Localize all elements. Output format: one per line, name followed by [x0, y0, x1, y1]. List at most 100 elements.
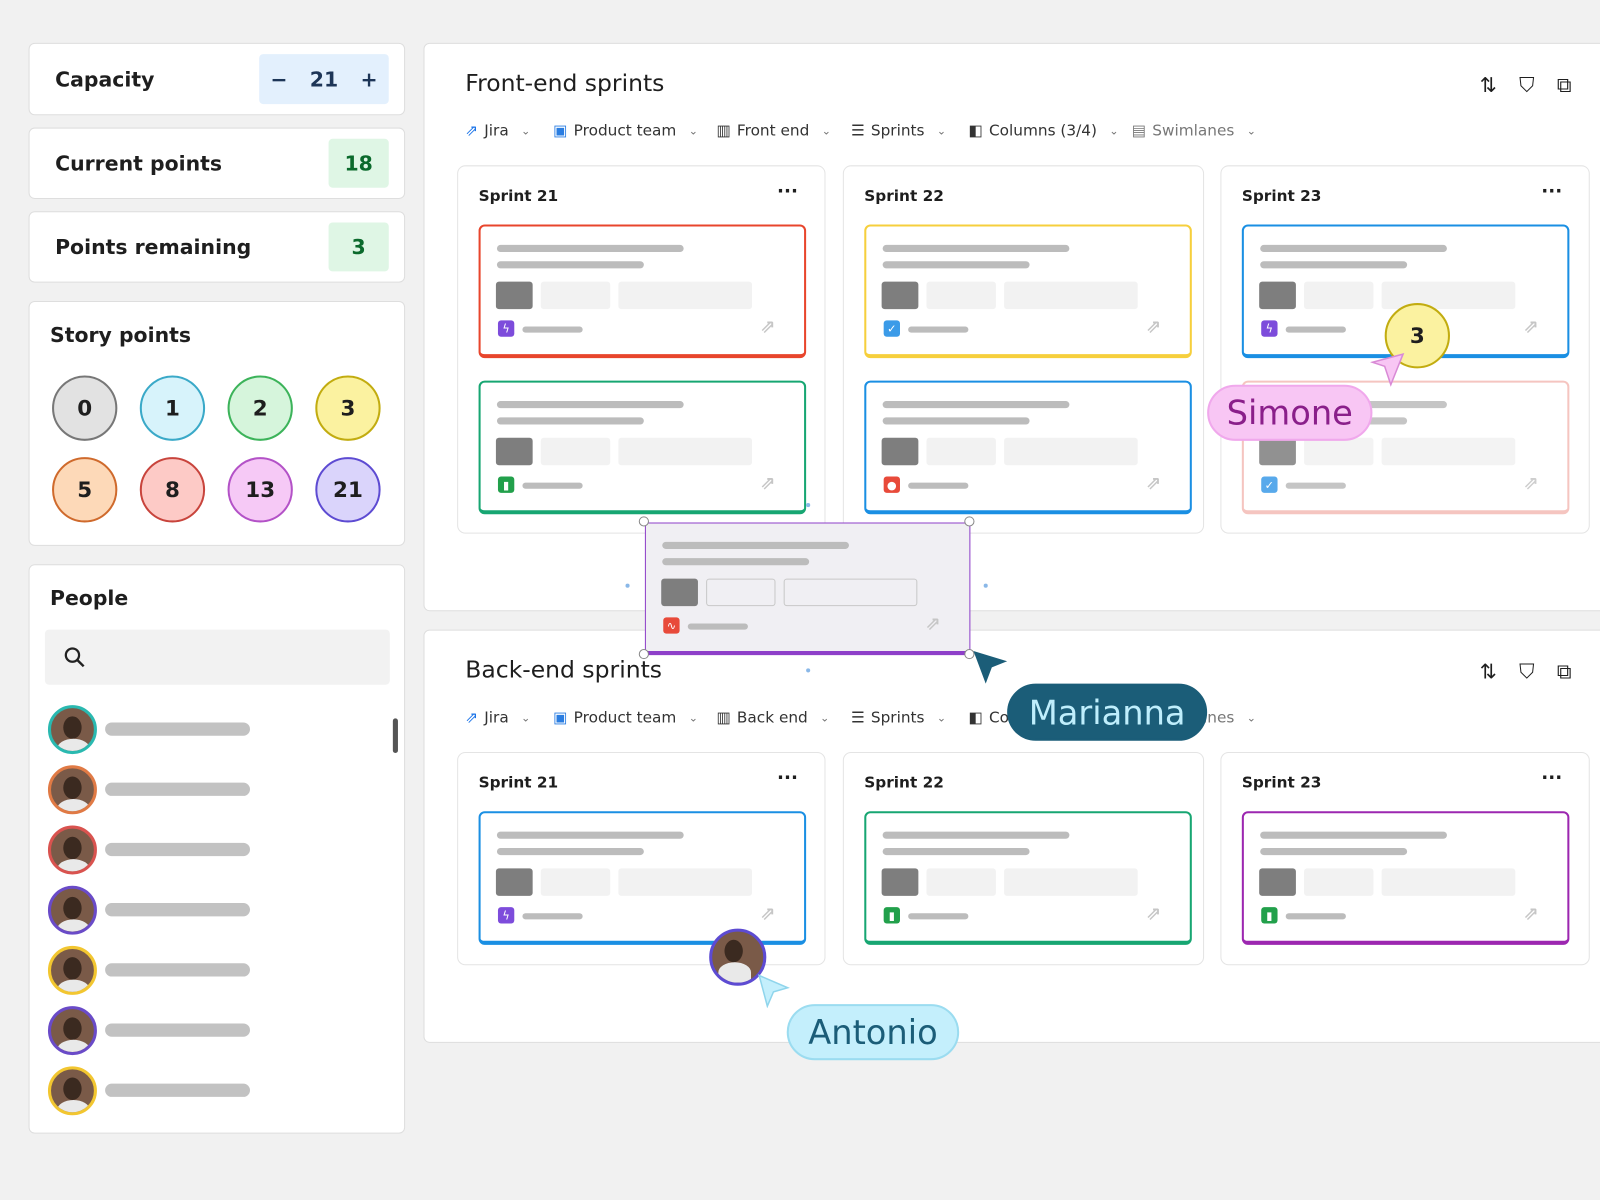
person-list-item[interactable] — [47, 765, 272, 815]
capacity-stepper[interactable]: − 21 + — [259, 54, 389, 105]
toolbar-dropdown-product-team[interactable]: ▣ Product team ⌄ — [553, 708, 698, 726]
capacity-label: Capacity — [55, 66, 155, 92]
sort-icon[interactable]: ⇅ — [1480, 72, 1497, 96]
avatar — [47, 1066, 97, 1116]
dropdown-label: Sprints — [870, 121, 925, 140]
dropdown-label: Columns (3/4) — [988, 121, 1097, 140]
story-point-1[interactable]: 1 — [139, 375, 206, 441]
dropdown-label: Jira — [484, 121, 509, 140]
person-list-item[interactable] — [47, 885, 272, 935]
issue-card[interactable]: ✓ ⇗ — [864, 224, 1192, 359]
more-options-icon[interactable]: ··· — [777, 181, 798, 202]
person-list-item[interactable] — [47, 945, 272, 995]
lightning-icon: ϟ — [497, 907, 515, 924]
dragged-card[interactable]: ∿ ⇗ — [644, 522, 971, 656]
placeholder-l2 — [1260, 847, 1408, 856]
placeholder-r2 — [1004, 437, 1138, 466]
more-options-icon[interactable]: ··· — [777, 767, 798, 788]
toolbar-dropdown-sprints[interactable]: ☰ Sprints ⌄ — [851, 708, 946, 726]
toolbar-dropdown-swimlanes[interactable]: ▤ Swimlanes ⌄ — [1132, 121, 1256, 139]
person-list-item[interactable] — [47, 705, 272, 755]
placeholder-l2 — [496, 261, 644, 269]
placeholder-l2 — [882, 847, 1030, 856]
issue-card[interactable]: ▮ ⇗ — [1241, 811, 1570, 945]
person-name-placeholder — [105, 1083, 250, 1097]
more-options-icon[interactable]: ··· — [1541, 767, 1562, 788]
current-points-value: 18 — [328, 138, 389, 188]
resize-handle[interactable] — [638, 648, 649, 660]
placeholder-r2 — [618, 437, 753, 466]
people-scrollbar[interactable] — [392, 718, 398, 754]
dropdown-label: Swimlanes — [1152, 121, 1235, 140]
placeholder-r1 — [926, 868, 996, 896]
people-title: People — [49, 585, 129, 611]
toolbar-dropdown-jira[interactable]: ⇗ Jira ⌄ — [465, 708, 530, 726]
story-point-0[interactable]: 0 — [52, 375, 118, 441]
avatar — [47, 1006, 97, 1056]
avatar — [47, 705, 97, 755]
placeholder-r1 — [540, 281, 611, 310]
resize-handle[interactable] — [964, 516, 975, 527]
toolbar-dropdown-back-end[interactable]: ▥ Back end ⌄ — [716, 708, 829, 726]
placeholder-r1 — [926, 281, 996, 310]
toolbar-dropdown-front-end[interactable]: ▥ Front end ⌄ — [716, 121, 831, 139]
person-list-item[interactable] — [47, 825, 272, 875]
lightning-icon: ϟ — [1261, 320, 1278, 337]
jira-icon: ⇗ — [1523, 472, 1539, 494]
filter-icon[interactable]: ⛉ — [1519, 659, 1534, 683]
person-list-item[interactable] — [47, 1066, 272, 1116]
dropdown-label: Sprints — [870, 708, 925, 727]
sprint-column: Sprint 23 ··· ▮ ⇗ — [1220, 752, 1590, 966]
sort-icon[interactable]: ⇅ — [1480, 659, 1497, 683]
issue-card[interactable]: ● ⇗ — [864, 380, 1192, 515]
issue-card[interactable]: ϟ ⇗ — [478, 224, 807, 359]
placeholder-line — [1285, 913, 1346, 920]
story-points-title: Story points — [49, 322, 192, 347]
issue-card[interactable]: ▮ ⇗ — [478, 380, 807, 515]
placeholder-l1 — [1260, 831, 1447, 839]
resize-handle[interactable] — [638, 516, 649, 527]
external-link-icon[interactable]: ⧉ — [1557, 72, 1572, 96]
placeholder-sq — [495, 437, 533, 466]
person-list-item[interactable] — [47, 1006, 272, 1056]
placeholder-r1 — [1304, 868, 1374, 896]
story-point-5[interactable]: 5 — [52, 457, 118, 523]
people-search-input[interactable] — [44, 629, 390, 685]
avatar — [47, 825, 97, 875]
story-point-3[interactable]: 3 — [315, 375, 381, 441]
story-point-13[interactable]: 13 — [227, 457, 293, 523]
person-name-placeholder — [105, 842, 250, 857]
story-point-8[interactable]: 8 — [139, 457, 206, 523]
chevron-down-icon: ⌄ — [520, 710, 531, 724]
placeholder-r2 — [618, 868, 753, 896]
toolbar-dropdown-jira[interactable]: ⇗ Jira ⌄ — [465, 121, 530, 139]
placeholder-r1 — [1304, 281, 1374, 310]
issue-card[interactable]: ▮ ⇗ — [864, 811, 1192, 945]
points-remaining-value: 3 — [328, 222, 389, 272]
simone-cursor-icon — [1370, 352, 1405, 387]
decrement-button[interactable]: − — [270, 67, 287, 91]
bug-icon: ● — [883, 476, 900, 493]
jira-icon: ⇗ — [1145, 903, 1162, 925]
antonio-cursor-icon — [758, 974, 790, 1009]
filter-icon[interactable]: ⛉ — [1519, 72, 1534, 96]
more-options-icon[interactable]: ··· — [1541, 181, 1562, 202]
toolbar-dropdown-product-team[interactable]: ▣ Product team ⌄ — [553, 121, 698, 139]
placeholder-r2 — [1381, 281, 1516, 310]
story-points-panel: Story points 0 1 2 3 5 8 13 21 — [28, 301, 406, 546]
story-point-21[interactable]: 21 — [315, 457, 381, 523]
jira-icon: ⇗ — [760, 903, 776, 925]
external-link-icon[interactable]: ⧉ — [1557, 659, 1572, 683]
jira-icon: ⇗ — [465, 708, 479, 727]
check-icon: ✓ — [883, 320, 900, 337]
team-icon: ▣ — [553, 708, 568, 727]
issue-card[interactable]: ϟ ⇗ — [478, 811, 807, 945]
current-points-card: Current points 18 — [28, 127, 406, 199]
toolbar-dropdown-sprints[interactable]: ☰ Sprints ⌄ — [851, 121, 946, 139]
toolbar-dropdown-columns-3-4-[interactable]: ◧ Columns (3/4) ⌄ — [968, 121, 1118, 139]
sprint-title: Sprint 21 — [478, 186, 559, 206]
story-point-2[interactable]: 2 — [227, 375, 293, 441]
sprint-column: Sprint 21 ··· ϟ ⇗ — [457, 752, 826, 966]
placeholder-line — [522, 913, 583, 920]
increment-button[interactable]: + — [361, 67, 378, 91]
